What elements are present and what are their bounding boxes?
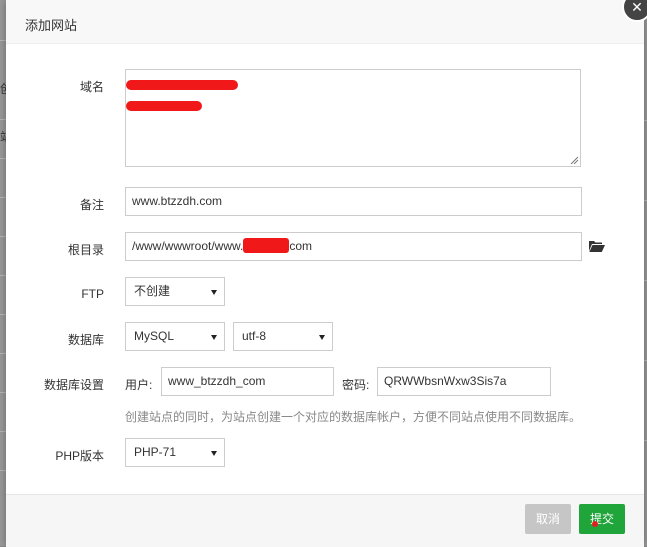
dialog-title: 添加网站 [25,18,78,33]
ftp-label: FTP [81,287,104,301]
root-dir-suffix: com [289,239,313,253]
redaction-mark [126,101,202,111]
redaction-mark [126,80,238,90]
db-settings-label: 数据库设置 [43,378,104,392]
db-user-label: 用户: [125,378,153,392]
redaction-mark [243,238,290,253]
database-type-selected: MySQL [134,329,175,343]
ftp-selected: 不创建 [134,284,171,298]
database-type-select[interactable]: MySQL [125,322,225,351]
php-version-label: PHP版本 [55,449,104,463]
root-dir-input[interactable]: /www/wwwroot/www. com [125,232,582,261]
cancel-button[interactable]: 取消 [525,504,571,534]
db-password-label: 密码: [342,378,370,392]
domain-textarea[interactable] [125,69,581,167]
chevron-down-icon [211,335,217,340]
php-version-selected: PHP-71 [134,445,177,459]
root-dir-prefix: /www/wwwroot/www. [132,239,244,253]
folder-open-icon[interactable] [589,240,605,252]
root-dir-label: 根目录 [67,243,104,257]
database-charset-selected: utf-8 [242,329,267,343]
dialog-footer: 取消 提交 [6,494,644,547]
database-charset-select[interactable]: utf-8 [233,322,333,351]
dialog-header: 添加网站 [6,0,644,44]
remark-label: 备注 [79,198,104,212]
submit-button[interactable]: 提交 [579,504,625,534]
db-settings-hint: 创建站点的同时，为站点创建一个对应的数据库帐户，方便不同站点使用不同数据库。 [125,410,582,424]
db-user-input[interactable]: www_btzzdh_com [161,367,334,396]
add-site-dialog: 添加网站 域名 备注 www.btzzdh.com 根目录 /www/wwwro… [6,0,644,547]
database-label: 数据库 [67,333,104,347]
cursor-dot [592,521,598,527]
db-password-input[interactable]: QRWWbsnWxw3Sis7a [377,367,551,396]
remark-input[interactable]: www.btzzdh.com [125,187,582,216]
resize-grip-icon[interactable] [570,156,579,165]
ftp-select[interactable]: 不创建 [125,277,225,306]
chevron-down-icon [319,335,325,340]
chevron-down-icon [211,451,217,456]
domain-label: 域名 [79,80,104,94]
php-version-select[interactable]: PHP-71 [125,438,225,467]
chevron-down-icon [211,290,217,295]
